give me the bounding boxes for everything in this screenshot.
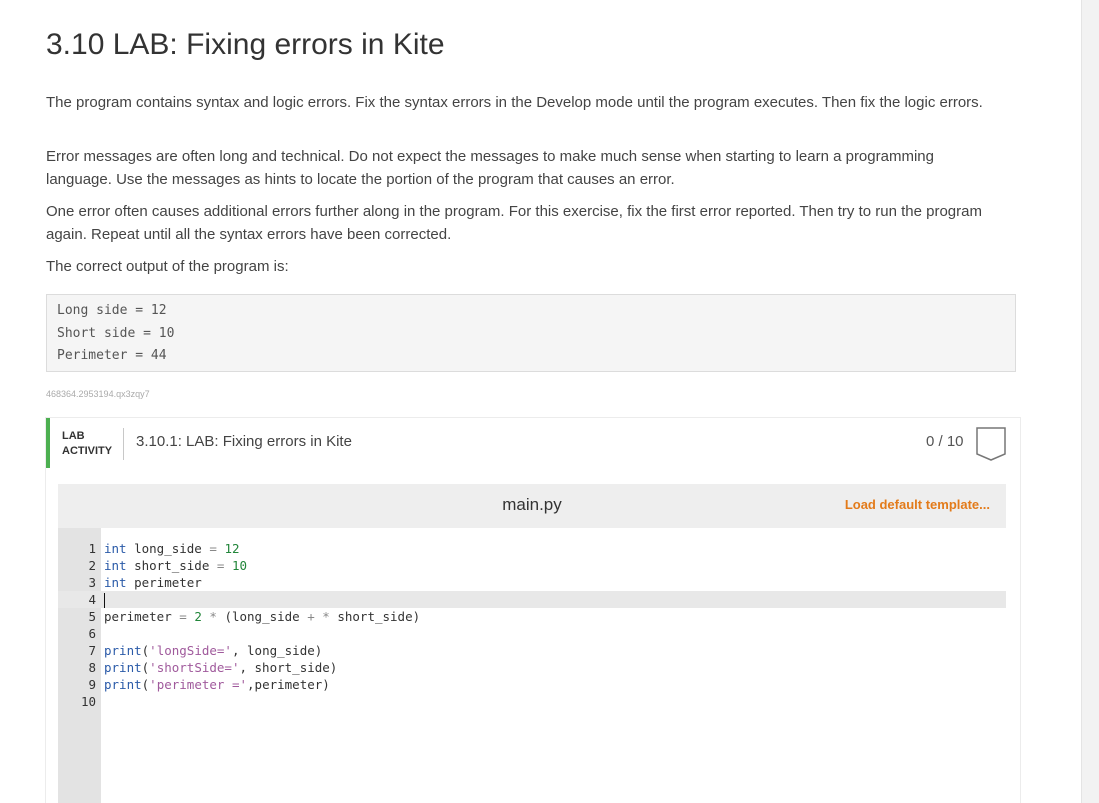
lab-accent-bar (46, 418, 50, 468)
lab-score: 0 / 10 (926, 433, 964, 450)
expected-output-line: Short side = 10 (57, 325, 175, 341)
lab-type-line: LAB (62, 430, 85, 442)
line-number: 1 (88, 541, 96, 556)
code-text[interactable]: print('perimeter =',perimeter) (104, 676, 330, 693)
code-line[interactable]: 2 int short_side = 10 (58, 557, 1006, 574)
instructions-paragraph: One error often causes additional errors… (46, 203, 982, 243)
editor-toolbar: main.py Load default template... (58, 484, 1006, 528)
lab-type-line: ACTIVITY (62, 445, 113, 457)
code-text[interactable]: int short_side = 10 (104, 557, 247, 574)
instructions-paragraph: The program contains syntax and logic er… (46, 94, 983, 111)
code-text[interactable]: print('shortSide=', short_side) (104, 659, 337, 676)
score-badge-icon (976, 427, 1006, 461)
code-text[interactable]: print('longSide=', long_side) (104, 642, 322, 659)
code-line[interactable]: 10 (58, 693, 1006, 710)
lab-header: LAB ACTIVITY 3.10.1: LAB: Fixing errors … (46, 418, 1020, 468)
lab-header-divider (123, 428, 124, 460)
code-text[interactable] (104, 591, 105, 608)
code-line[interactable]: 6 (58, 625, 1006, 642)
code-line[interactable]: 9 print('perimeter =',perimeter) (58, 676, 1006, 693)
code-text[interactable]: perimeter = 2 * (long_side + * short_sid… (104, 608, 420, 625)
code-line[interactable]: 7 print('longSide=', long_side) (58, 642, 1006, 659)
code-text-area[interactable]: 1 int long_side = 12 2 int short_side = 10 3… (58, 540, 1006, 710)
lab-title: 3.10.1: LAB: Fixing errors in Kite (136, 433, 352, 450)
line-number: 2 (88, 558, 96, 573)
line-number: 9 (88, 677, 96, 692)
lab-activity-panel: LAB ACTIVITY 3.10.1: LAB: Fixing errors … (46, 418, 1020, 803)
code-line[interactable]: 4 (58, 591, 1006, 608)
page: 3.10 LAB: Fixing errors in Kite The prog… (0, 0, 1099, 803)
code-line[interactable]: 3 int perimeter (58, 574, 1006, 591)
line-number: 8 (88, 660, 96, 675)
instructions-paragraph: The correct output of the program is: (46, 258, 289, 275)
expected-output-line: Perimeter = 44 (57, 348, 167, 363)
line-number: 3 (88, 575, 96, 590)
activity-id: 468364.2953194.qx3zqy7 (46, 389, 150, 399)
code-text[interactable]: int perimeter (104, 574, 202, 591)
line-number: 4 (88, 592, 96, 607)
instructions-paragraph: Error messages are often long and techni… (46, 148, 934, 188)
load-default-template-link[interactable]: Load default template... (845, 497, 990, 512)
line-number: 7 (88, 643, 96, 658)
code-text[interactable]: int long_side = 12 (104, 540, 240, 557)
code-line[interactable]: 1 int long_side = 12 (58, 540, 1006, 557)
page-title: 3.10 LAB: Fixing errors in Kite (46, 28, 445, 61)
code-editor: main.py Load default template... 1 int lo… (58, 484, 1006, 803)
right-scroll-rail[interactable] (1081, 0, 1099, 803)
expected-output-line: Long side = 12 (57, 303, 167, 318)
lab-type-label: LAB ACTIVITY (62, 429, 112, 459)
code-line[interactable]: 8 print('shortSide=', short_side) (58, 659, 1006, 676)
line-number: 6 (88, 626, 96, 641)
line-number: 10 (80, 694, 96, 709)
line-number: 5 (88, 609, 96, 624)
code-line[interactable]: 5 perimeter = 2 * (long_side + * short_si… (58, 608, 1006, 625)
expected-output-box: Long side = 12 Short side = 10 Perimeter… (46, 294, 1016, 372)
